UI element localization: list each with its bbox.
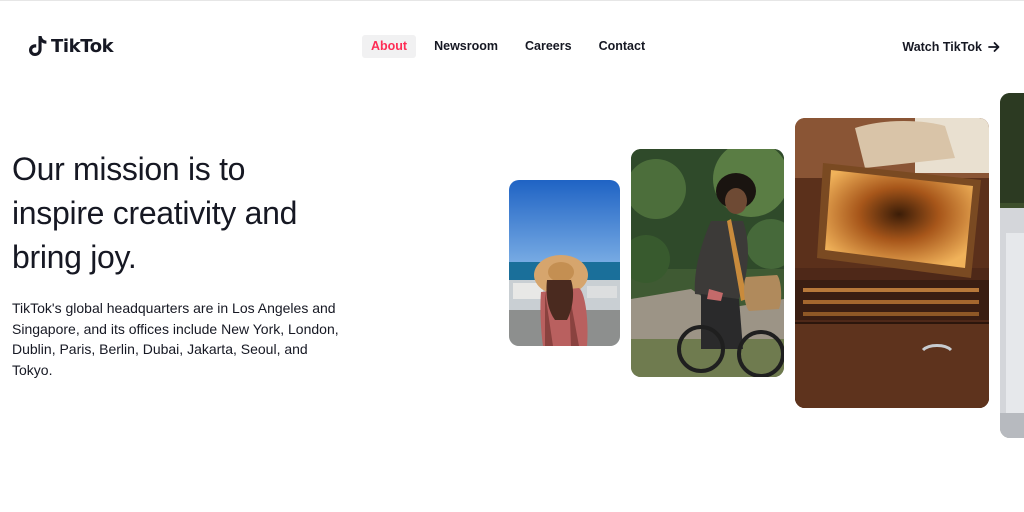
hero-image-beehive bbox=[795, 118, 989, 408]
main-nav: About Newsroom Careers Contact bbox=[362, 35, 654, 58]
watch-tiktok-label: Watch TikTok bbox=[902, 39, 982, 54]
hero-headline: Our mission is to inspire creativity and… bbox=[12, 151, 298, 275]
watch-tiktok-link[interactable]: Watch TikTok bbox=[902, 35, 1000, 58]
hero-image-woman-bicycle bbox=[631, 149, 784, 377]
nav-item-careers[interactable]: Careers bbox=[516, 35, 581, 58]
arrow-right-icon bbox=[988, 41, 1000, 52]
hero-image-partial bbox=[1000, 93, 1024, 438]
nav-item-about[interactable]: About bbox=[362, 35, 417, 58]
nav-item-contact[interactable]: Contact bbox=[590, 35, 655, 58]
nav-item-newsroom[interactable]: Newsroom bbox=[425, 35, 507, 58]
hero-image-woman-sunhat bbox=[509, 180, 620, 346]
tiktok-logo[interactable]: TikTok bbox=[28, 33, 114, 59]
logo-text: TikTok bbox=[51, 35, 114, 57]
tiktok-note-icon bbox=[29, 36, 47, 56]
hero-description: TikTok's global headquarters are in Los … bbox=[12, 300, 339, 378]
top-divider bbox=[0, 0, 1024, 1]
